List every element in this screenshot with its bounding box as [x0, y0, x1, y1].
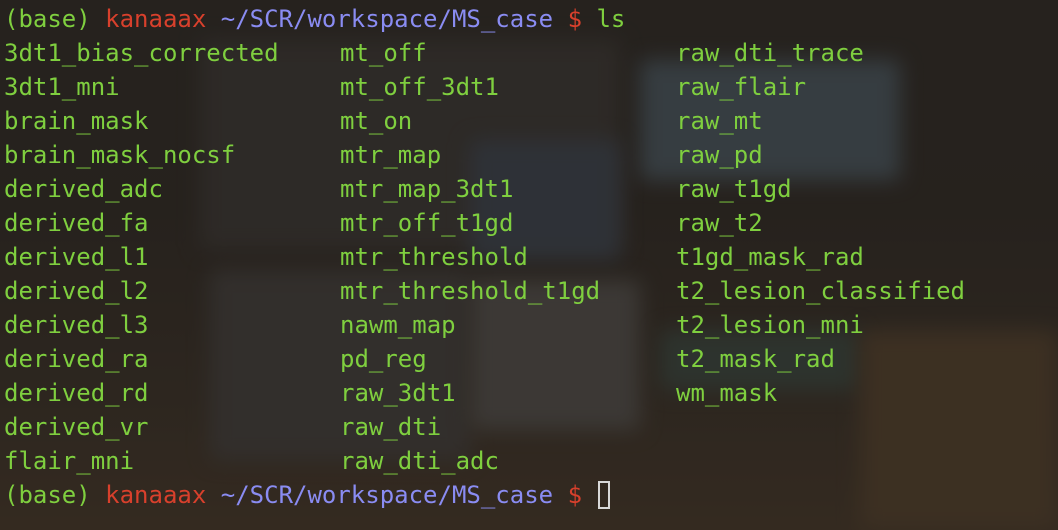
- prompt-line: (base) kanaaax ~/SCR/workspace/MS_case $…: [4, 2, 625, 36]
- username: kanaaax: [105, 5, 207, 33]
- file-entry: t2_mask_rad: [676, 345, 835, 373]
- file-entry: 3dt1_mni: [4, 73, 120, 101]
- file-entry: derived_l1: [4, 243, 149, 271]
- file-entry: nawm_map: [340, 311, 456, 339]
- file-entry: raw_3dt1: [340, 379, 456, 407]
- file-entry: mtr_threshold: [340, 243, 528, 271]
- file-entry: flair_mni: [4, 447, 135, 475]
- file-entry: t2_lesion_classified: [676, 277, 965, 305]
- file-entry: raw_pd: [676, 141, 763, 169]
- file-entry: brain_mask_nocsf: [4, 141, 236, 169]
- file-entry: raw_mt: [676, 107, 763, 135]
- file-entry: derived_adc: [4, 175, 163, 203]
- file-entry: raw_dti: [340, 413, 442, 441]
- conda-env: (base): [4, 481, 91, 509]
- file-entry: mtr_map_3dt1: [340, 175, 514, 203]
- file-entry: derived_vr: [4, 413, 149, 441]
- file-entry: t1gd_mask_rad: [676, 243, 864, 271]
- file-entry: raw_dti_trace: [676, 39, 864, 67]
- file-entry: mt_on: [340, 107, 413, 135]
- prompt-line[interactable]: (base) kanaaax ~/SCR/workspace/MS_case $: [4, 478, 611, 512]
- working-directory: ~/SCR/workspace/MS_case: [220, 5, 554, 33]
- file-entry: raw_t1gd: [676, 175, 792, 203]
- file-entry: mt_off: [340, 39, 427, 67]
- file-entry: pd_reg: [340, 345, 427, 373]
- conda-env: (base): [4, 5, 91, 33]
- username: kanaaax: [105, 481, 207, 509]
- file-entry: brain_mask: [4, 107, 149, 135]
- file-entry: mtr_off_t1gd: [340, 209, 514, 237]
- file-entry: derived_rd: [4, 379, 149, 407]
- file-entry: derived_l2: [4, 277, 149, 305]
- file-entry: raw_t2: [676, 209, 763, 237]
- file-entry: t2_lesion_mni: [676, 311, 864, 339]
- file-entry: mt_off_3dt1: [340, 73, 499, 101]
- file-entry: derived_ra: [4, 345, 149, 373]
- command-text: ls: [596, 5, 626, 33]
- file-entry: wm_mask: [676, 379, 778, 407]
- file-entry: derived_l3: [4, 311, 149, 339]
- working-directory: ~/SCR/workspace/MS_case: [220, 481, 554, 509]
- file-entry: raw_dti_adc: [340, 447, 499, 475]
- terminal-window[interactable]: (base) kanaaax ~/SCR/workspace/MS_case $…: [0, 0, 1058, 530]
- file-entry: mtr_map: [340, 141, 442, 169]
- text-cursor[interactable]: [598, 481, 611, 509]
- prompt-symbol: $: [567, 481, 583, 509]
- file-entry: raw_flair: [676, 73, 807, 101]
- file-entry: mtr_threshold_t1gd: [340, 277, 601, 305]
- prompt-symbol: $: [567, 5, 583, 33]
- file-entry: 3dt1_bias_corrected: [4, 39, 279, 67]
- file-entry: derived_fa: [4, 209, 149, 237]
